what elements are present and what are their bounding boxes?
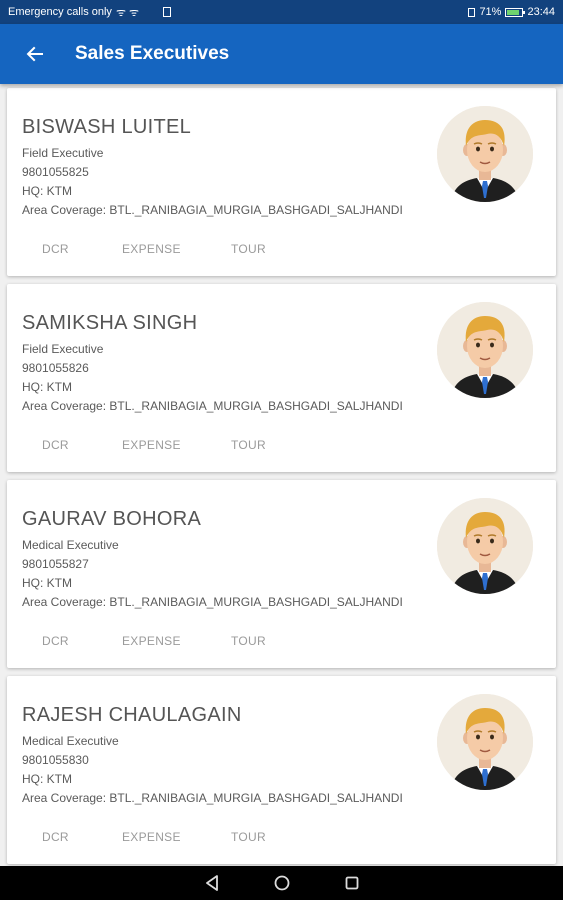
executive-name: GAURAV BOHORA — [22, 508, 202, 530]
status-bar: Emergency calls only ᯤ ᯤ 71% 23:44 — [0, 0, 563, 24]
dcr-button[interactable]: DCR — [42, 634, 69, 648]
executive-hq: HQ: KTM — [22, 184, 72, 198]
recents-square-icon[interactable] — [343, 874, 361, 892]
executive-phone[interactable]: 9801055827 — [22, 557, 89, 571]
home-circle-icon[interactable] — [273, 874, 291, 892]
tour-button[interactable]: TOUR — [231, 438, 266, 452]
status-left: Emergency calls only ᯤ ᯤ — [8, 5, 172, 20]
app-bar: Sales Executives — [0, 24, 563, 84]
dcr-button[interactable]: DCR — [42, 830, 69, 844]
executive-name: BISWASH LUITEL — [22, 116, 192, 138]
executive-hq: HQ: KTM — [22, 380, 72, 394]
card-actions: DCR EXPENSE TOUR — [7, 434, 556, 458]
executive-name: RAJESH CHAULAGAIN — [22, 704, 242, 726]
clock: 23:44 — [527, 6, 555, 18]
executive-phone[interactable]: 9801055826 — [22, 361, 89, 375]
expense-button[interactable]: EXPENSE — [122, 634, 181, 648]
status-right: 71% 23:44 — [468, 6, 555, 18]
carrier-text: Emergency calls only — [8, 6, 112, 18]
signal-icons: ᯤ ᯤ — [115, 6, 140, 19]
expense-button[interactable]: EXPENSE — [122, 830, 181, 844]
executive-area-coverage: Area Coverage: BTL._RANIBAGIA_MURGIA_BAS… — [22, 399, 403, 413]
executive-role: Medical Executive — [22, 538, 119, 552]
executive-name: SAMIKSHA SINGH — [22, 312, 198, 334]
sim-icon — [163, 7, 172, 17]
card-actions: DCR EXPENSE TOUR — [7, 630, 556, 654]
arrow-back-icon[interactable] — [23, 42, 47, 66]
battery-icon — [505, 7, 526, 17]
executive-hq: HQ: KTM — [22, 772, 72, 786]
dcr-button[interactable]: DCR — [42, 242, 69, 256]
executive-card: BISWASH LUITEL Field Executive 980105582… — [7, 88, 556, 276]
avatar — [437, 106, 533, 202]
system-nav-bar — [0, 866, 563, 900]
executive-phone[interactable]: 9801055830 — [22, 753, 89, 767]
expense-button[interactable]: EXPENSE — [122, 242, 181, 256]
card-actions: DCR EXPENSE TOUR — [7, 238, 556, 262]
dcr-button[interactable]: DCR — [42, 438, 69, 452]
executive-area-coverage: Area Coverage: BTL._RANIBAGIA_MURGIA_BAS… — [22, 203, 403, 217]
avatar — [437, 694, 533, 790]
executive-role: Field Executive — [22, 342, 104, 356]
expense-button[interactable]: EXPENSE — [122, 438, 181, 452]
executive-role: Field Executive — [22, 146, 104, 160]
back-triangle-icon[interactable] — [203, 874, 221, 892]
page-title: Sales Executives — [75, 43, 230, 64]
executive-list: BISWASH LUITEL Field Executive 980105582… — [0, 84, 563, 866]
executive-role: Medical Executive — [22, 734, 119, 748]
avatar — [437, 302, 533, 398]
executive-phone[interactable]: 9801055825 — [22, 165, 89, 179]
avatar — [437, 498, 533, 594]
card-actions: DCR EXPENSE TOUR — [7, 826, 556, 850]
tour-button[interactable]: TOUR — [231, 634, 266, 648]
notification-doc-icon — [468, 7, 476, 17]
executive-area-coverage: Area Coverage: BTL._RANIBAGIA_MURGIA_BAS… — [22, 595, 403, 609]
tour-button[interactable]: TOUR — [231, 830, 266, 844]
executive-card: SAMIKSHA SINGH Field Executive 980105582… — [7, 284, 556, 472]
executive-card: GAURAV BOHORA Medical Executive 98010558… — [7, 480, 556, 668]
battery-percent: 71% — [479, 6, 502, 18]
tour-button[interactable]: TOUR — [231, 242, 266, 256]
executive-hq: HQ: KTM — [22, 576, 72, 590]
executive-area-coverage: Area Coverage: BTL._RANIBAGIA_MURGIA_BAS… — [22, 791, 403, 805]
executive-card: RAJESH CHAULAGAIN Medical Executive 9801… — [7, 676, 556, 864]
